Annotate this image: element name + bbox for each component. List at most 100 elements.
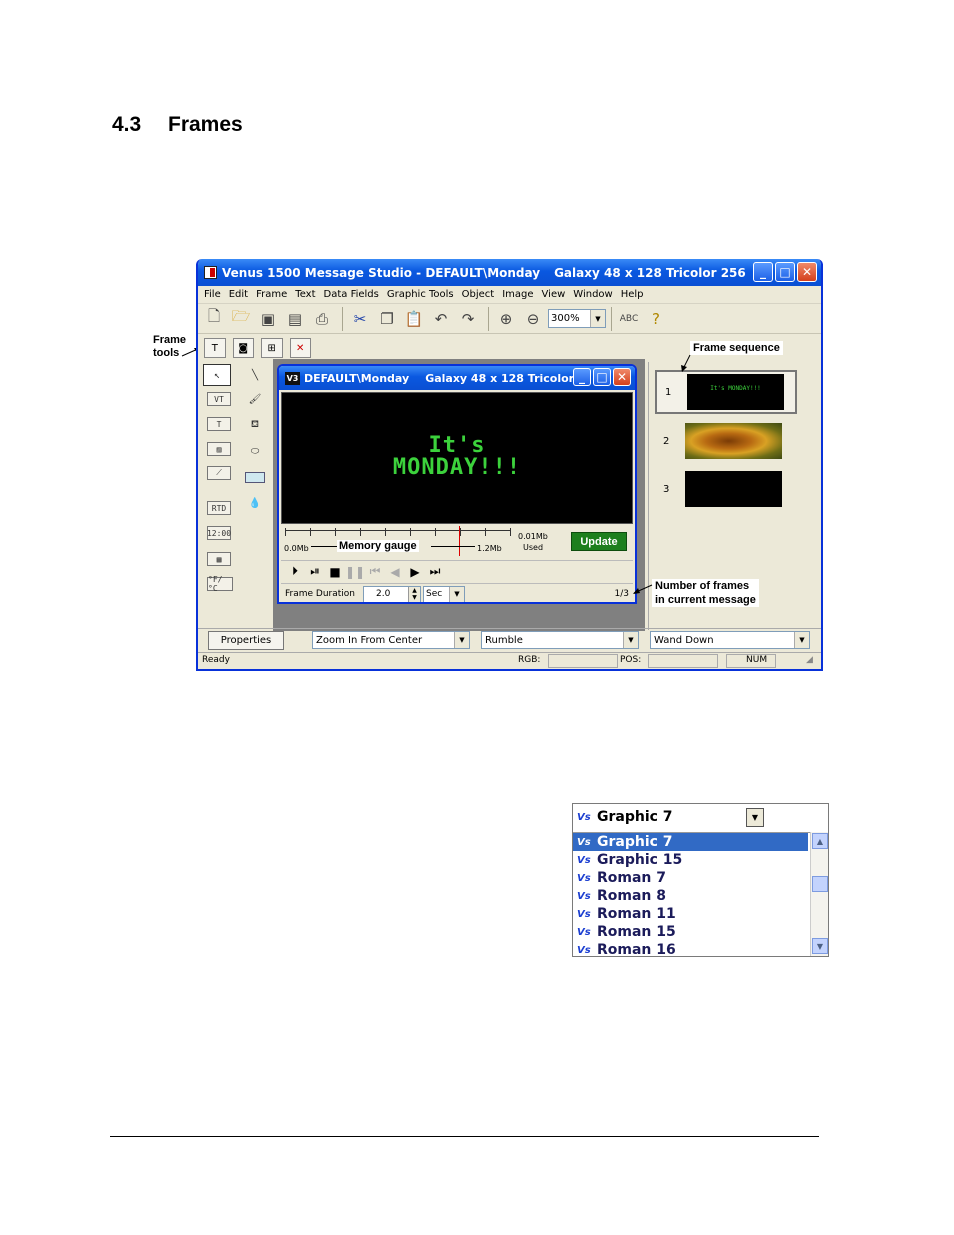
font-option[interactable]: Vs Roman 8	[573, 887, 828, 905]
chevron-down-icon: ▼	[449, 586, 464, 602]
select-tool[interactable]: ↖	[203, 364, 231, 386]
menu-graphic-tools[interactable]: Graphic Tools	[387, 289, 454, 300]
print-button[interactable]: ⎙	[310, 308, 334, 330]
lasso-tool[interactable]: ⬭	[241, 440, 269, 462]
exit-effect-select[interactable]: Wand Down ▼	[650, 631, 810, 649]
brush-tool[interactable]: 🖌	[241, 388, 269, 410]
open-button[interactable]: 🗁	[229, 307, 253, 330]
font-selected-value: Graphic 7	[597, 809, 673, 825]
properties-button[interactable]: Properties	[208, 631, 284, 650]
menu-text[interactable]: Text	[295, 289, 315, 300]
vertical-text-tool[interactable]: VT	[207, 392, 231, 406]
font-option[interactable]: Vs Graphic 7	[573, 833, 808, 851]
font-list-scrollbar[interactable]: ▲ ▼	[810, 832, 828, 956]
font-select[interactable]: Vs Graphic 7 ▼	[573, 804, 828, 830]
menu-window[interactable]: Window	[573, 289, 612, 300]
hold-effect-select[interactable]: Rumble ▼	[481, 631, 639, 649]
paste-button[interactable]: 📋	[402, 308, 426, 330]
menu-view[interactable]: View	[542, 289, 566, 300]
font-option[interactable]: Vs Roman 15	[573, 923, 828, 941]
menu-file[interactable]: File	[204, 289, 221, 300]
entry-effect-select[interactable]: Zoom In From Center ▼	[312, 631, 470, 649]
frame-sequence-item[interactable]: 3	[655, 467, 797, 511]
redo-button[interactable]: ↷	[456, 308, 480, 330]
fill-tool[interactable]: ⛾	[241, 414, 269, 436]
led-display[interactable]: It's MONDAY!!!	[281, 392, 633, 524]
text-frame-tool[interactable]: T	[204, 338, 226, 358]
gauge-tick	[510, 528, 511, 536]
save-all-button[interactable]: ▤	[283, 308, 307, 330]
message-titlebar[interactable]: V3 DEFAULT\Monday Galaxy 48 x 128 Tricol…	[279, 366, 635, 390]
text-tool[interactable]: T	[207, 417, 231, 431]
chevron-down-icon[interactable]: ▼	[746, 808, 764, 827]
resize-grip-icon[interactable]: ◢	[806, 655, 813, 665]
calendar-tool[interactable]: ▦	[207, 552, 231, 566]
child-minimize-button[interactable]: _	[573, 368, 591, 386]
next-frame-button[interactable]: ▶	[405, 563, 425, 581]
menu-object[interactable]: Object	[462, 289, 495, 300]
status-num: NUM	[746, 655, 768, 665]
menu-edit[interactable]: Edit	[229, 289, 248, 300]
frame-duration-spinner[interactable]: 2.0 ▲ ▼	[363, 585, 421, 602]
main-titlebar[interactable]: Venus 1500 Message Studio - DEFAULT\Mond…	[198, 259, 821, 286]
scroll-thumb[interactable]	[812, 876, 828, 892]
new-button[interactable]: 🗋	[202, 307, 226, 330]
frame-duration-value: 2.0	[376, 589, 391, 599]
minimize-button[interactable]: _	[753, 262, 773, 282]
rtd-tool[interactable]: RTD	[207, 501, 231, 515]
duration-unit-select[interactable]: Sec ▼	[423, 585, 465, 602]
delete-frame-tool[interactable]: ✕	[289, 338, 311, 358]
zoom-in-icon: ⊕	[499, 309, 513, 328]
menu-image[interactable]: Image	[502, 289, 533, 300]
last-frame-button[interactable]: ⏭	[425, 563, 445, 581]
gauge-min: 0.0Mb	[284, 544, 309, 553]
insert-frame-tool[interactable]: ⊞	[261, 338, 283, 358]
spell-check-button[interactable]: ABC	[617, 308, 641, 330]
rectangle-tool[interactable]	[241, 466, 269, 488]
close-button[interactable]: ✕	[797, 262, 817, 282]
cut-button[interactable]: ✂	[348, 308, 372, 330]
child-maximize-button[interactable]: □	[593, 368, 611, 386]
temperature-tool[interactable]: °F/°C	[207, 575, 233, 593]
frame-sequence-item[interactable]: 2	[655, 419, 797, 463]
child-close-button[interactable]: ✕	[613, 368, 631, 386]
frame-sequence-item[interactable]: 1 It's MONDAY!!!	[655, 370, 797, 414]
zoom-select[interactable]: 300% ▼	[548, 309, 606, 328]
scroll-down-button[interactable]: ▼	[812, 938, 828, 954]
font-option[interactable]: Vs Graphic 15	[573, 851, 828, 869]
image-tool[interactable]: ▨	[207, 442, 231, 456]
copy-button[interactable]: ❐	[375, 308, 399, 330]
pause-button[interactable]: ❚❚	[345, 563, 365, 581]
update-button[interactable]: Update	[571, 532, 627, 551]
main-window: Venus 1500 Message Studio - DEFAULT\Mond…	[196, 259, 823, 671]
font-option[interactable]: Vs Roman 11	[573, 905, 828, 923]
undo-button[interactable]: ↶	[429, 308, 453, 330]
save-button[interactable]: ▣	[256, 308, 280, 330]
font-option[interactable]: Vs Roman 7	[573, 869, 828, 887]
menu-frame[interactable]: Frame	[256, 289, 287, 300]
time-label: 12:00	[206, 528, 232, 538]
menu-data-fields[interactable]: Data Fields	[324, 289, 379, 300]
time-tool[interactable]: 12:00	[207, 526, 231, 540]
scroll-up-button[interactable]: ▲	[812, 833, 828, 849]
zoom-out-button[interactable]: ⊖	[521, 308, 545, 330]
play-frame-button[interactable]: ⏵	[285, 563, 305, 581]
stop-button[interactable]: ■	[325, 563, 345, 581]
frame-count-annotation-line2: in current message	[655, 594, 756, 606]
crop-tool[interactable]: ⟋	[207, 466, 231, 480]
line-tool[interactable]: ╲	[241, 364, 269, 386]
help-button[interactable]: ?	[644, 308, 668, 330]
frame-duration-label: Frame Duration	[285, 589, 355, 599]
maximize-button[interactable]: □	[775, 262, 795, 282]
font-option[interactable]: Vs Roman 16	[573, 941, 828, 959]
menu-help[interactable]: Help	[621, 289, 644, 300]
spinner-arrows-icon[interactable]: ▲ ▼	[408, 586, 420, 602]
previous-frame-button[interactable]: ◀	[385, 563, 405, 581]
dropper-tool[interactable]: 💧	[241, 492, 269, 514]
zoom-in-button[interactable]: ⊕	[494, 308, 518, 330]
play-button[interactable]: ⏯	[305, 563, 325, 581]
font-dropdown: Vs Graphic 7 ▼ Vs Graphic 7 Vs Graphic 15 …	[572, 803, 829, 959]
camera-frame-tool[interactable]: ◙	[232, 338, 254, 358]
maximize-icon: □	[779, 265, 791, 279]
first-frame-button[interactable]: ⏮	[365, 563, 385, 581]
